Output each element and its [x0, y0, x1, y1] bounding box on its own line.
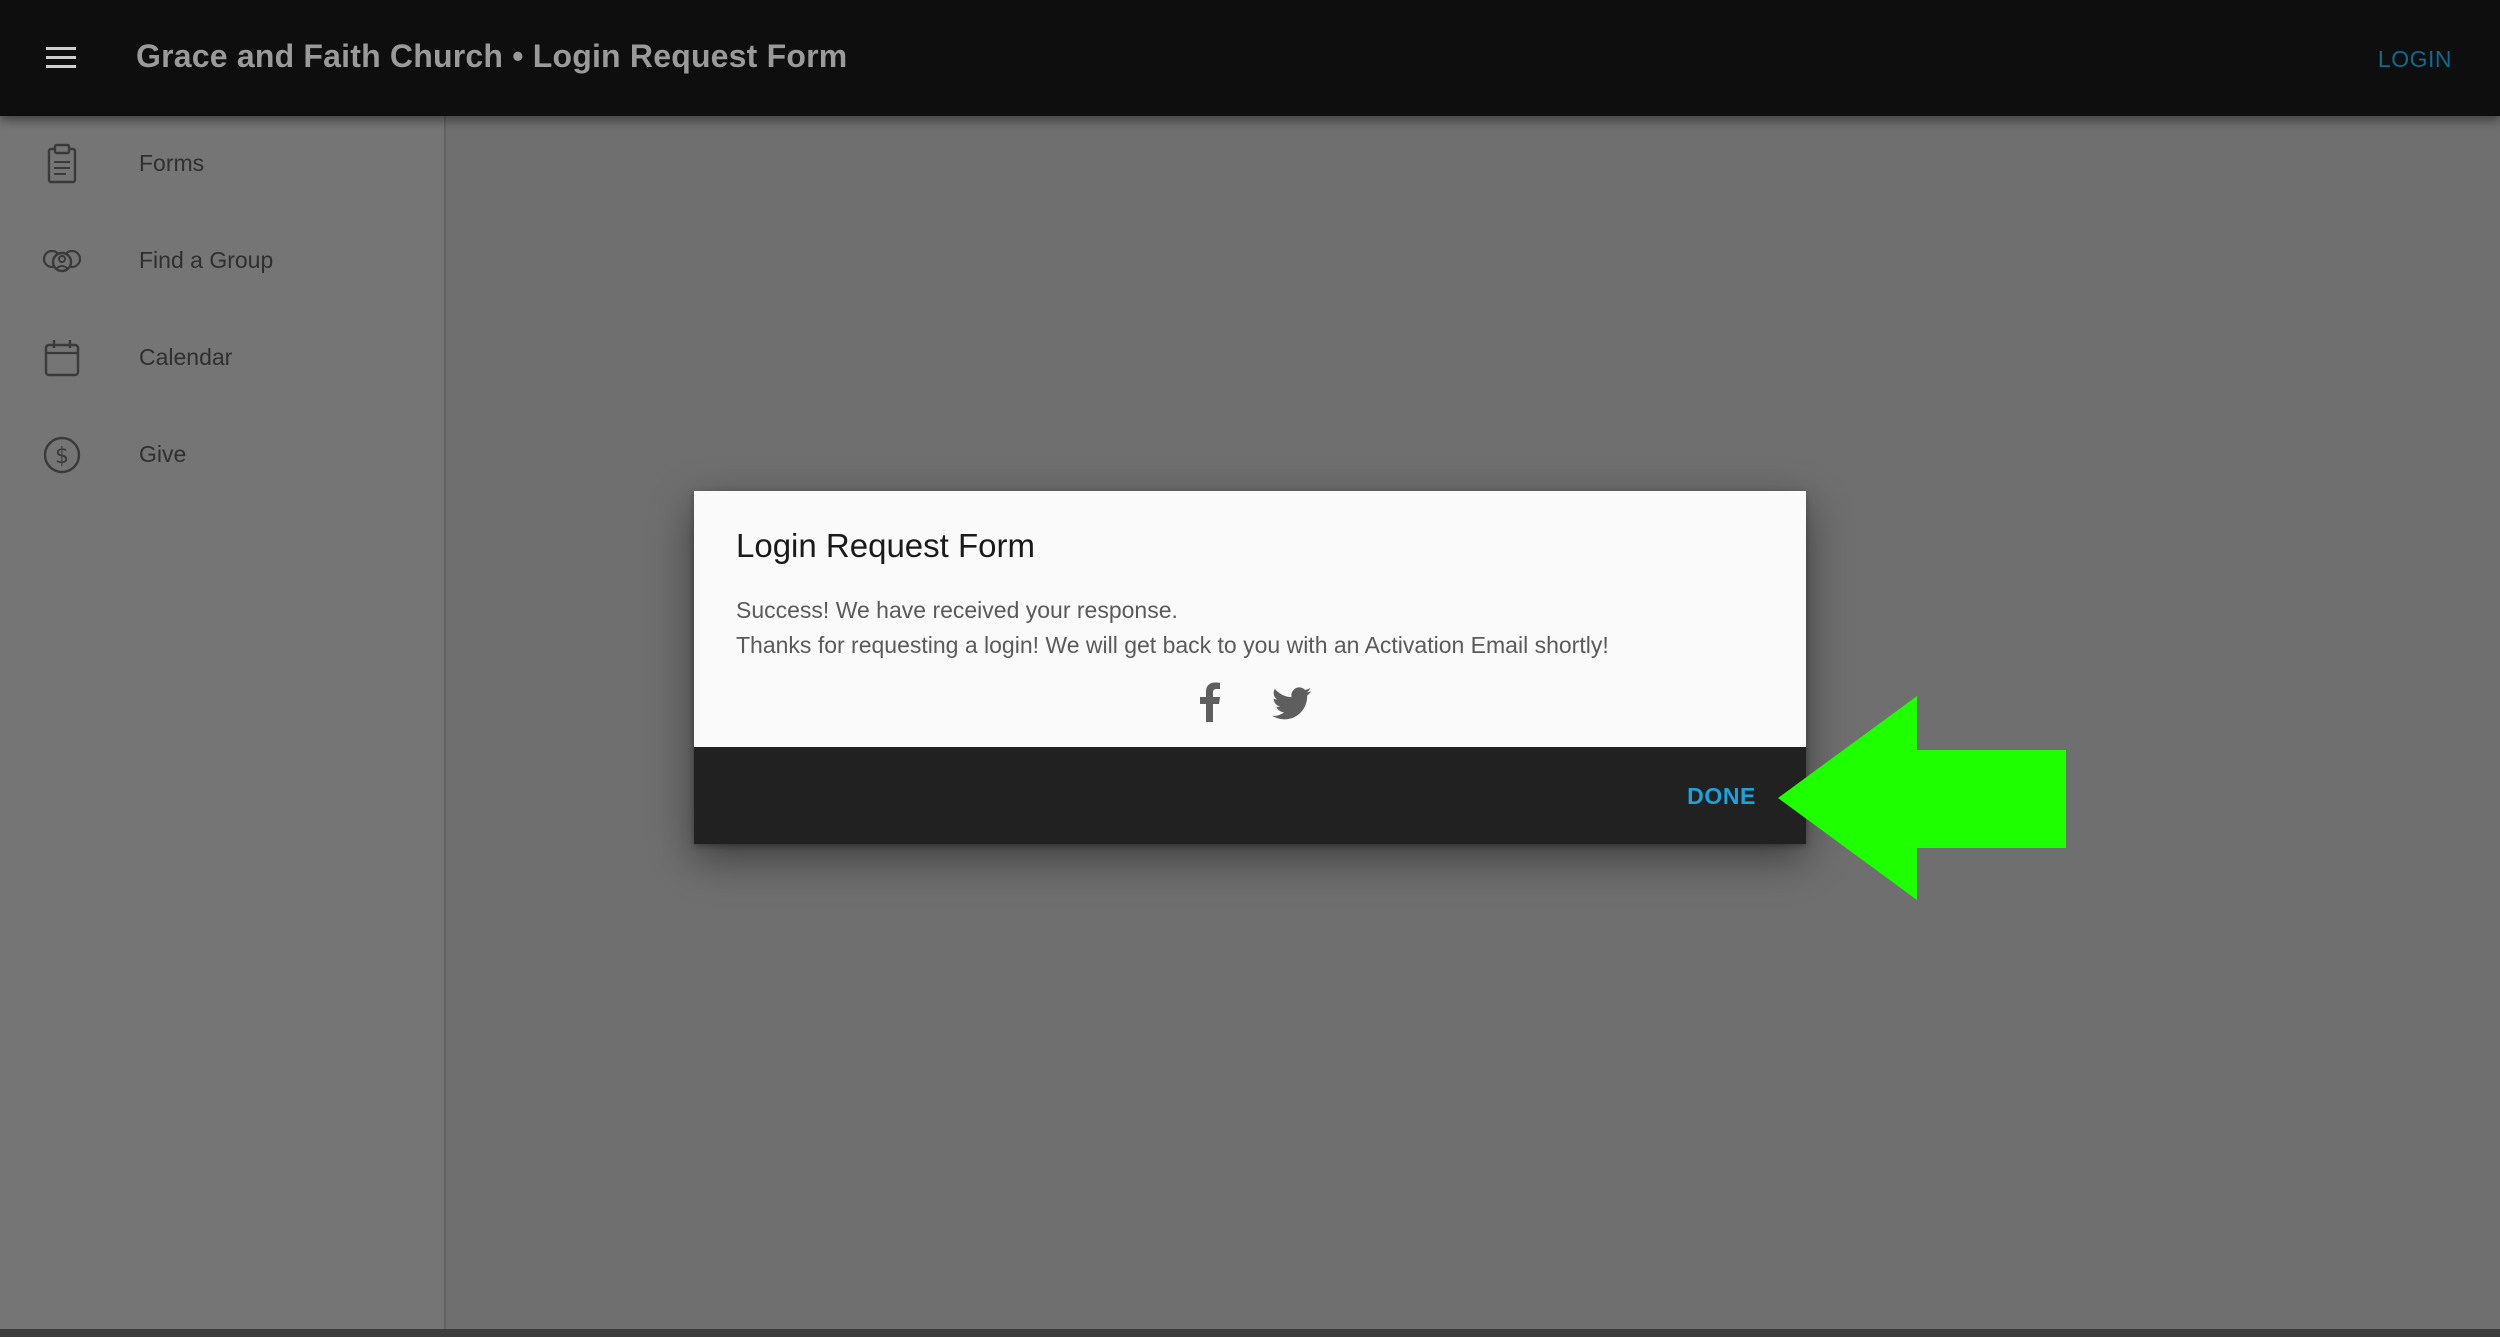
hamburger-icon [46, 47, 76, 68]
twitter-icon [1272, 687, 1312, 720]
annotation-arrow-icon [1778, 696, 2066, 900]
facebook-share-button[interactable] [1194, 681, 1224, 723]
login-link[interactable]: LOGIN [2378, 46, 2452, 73]
page-title: Grace and Faith Church • Login Request F… [136, 38, 848, 74]
page: Grace and Faith Church • Login Request F… [0, 0, 2500, 1337]
calendar-icon [44, 340, 80, 377]
sidebar-nav: Forms Find a Group Calendar $ Give [0, 116, 446, 1337]
sidebar-item-label: Give [139, 441, 187, 467]
sidebar-item-calendar[interactable]: Calendar [0, 310, 444, 406]
svg-text:$: $ [55, 444, 69, 469]
done-button[interactable]: DONE [1687, 783, 1756, 810]
group-icon [42, 249, 82, 273]
sidebar-item-find-a-group[interactable]: Find a Group [0, 213, 444, 309]
bottom-edge [0, 1329, 2500, 1337]
dialog-title: Login Request Form [736, 527, 1035, 564]
dialog-success-message: Success! We have received your response. [736, 597, 1178, 623]
sidebar-item-give[interactable]: $ Give [0, 407, 444, 503]
hamburger-menu-button[interactable] [40, 40, 82, 76]
sidebar-item-label: Forms [139, 150, 205, 176]
success-dialog: Login Request Form Success! We have rece… [694, 491, 1806, 844]
sidebar-item-label: Find a Group [139, 247, 274, 273]
dialog-info-message: Thanks for requesting a login! We will g… [736, 632, 1609, 658]
dollar-circle-icon: $ [43, 436, 81, 474]
twitter-share-button[interactable] [1272, 687, 1312, 721]
clipboard-icon [47, 143, 77, 184]
top-app-bar: Grace and Faith Church • Login Request F… [0, 0, 2500, 116]
sidebar-item-label: Calendar [139, 344, 233, 370]
dialog-footer: DONE [694, 747, 1806, 844]
facebook-icon [1200, 682, 1220, 722]
sidebar-item-forms[interactable]: Forms [0, 116, 444, 212]
